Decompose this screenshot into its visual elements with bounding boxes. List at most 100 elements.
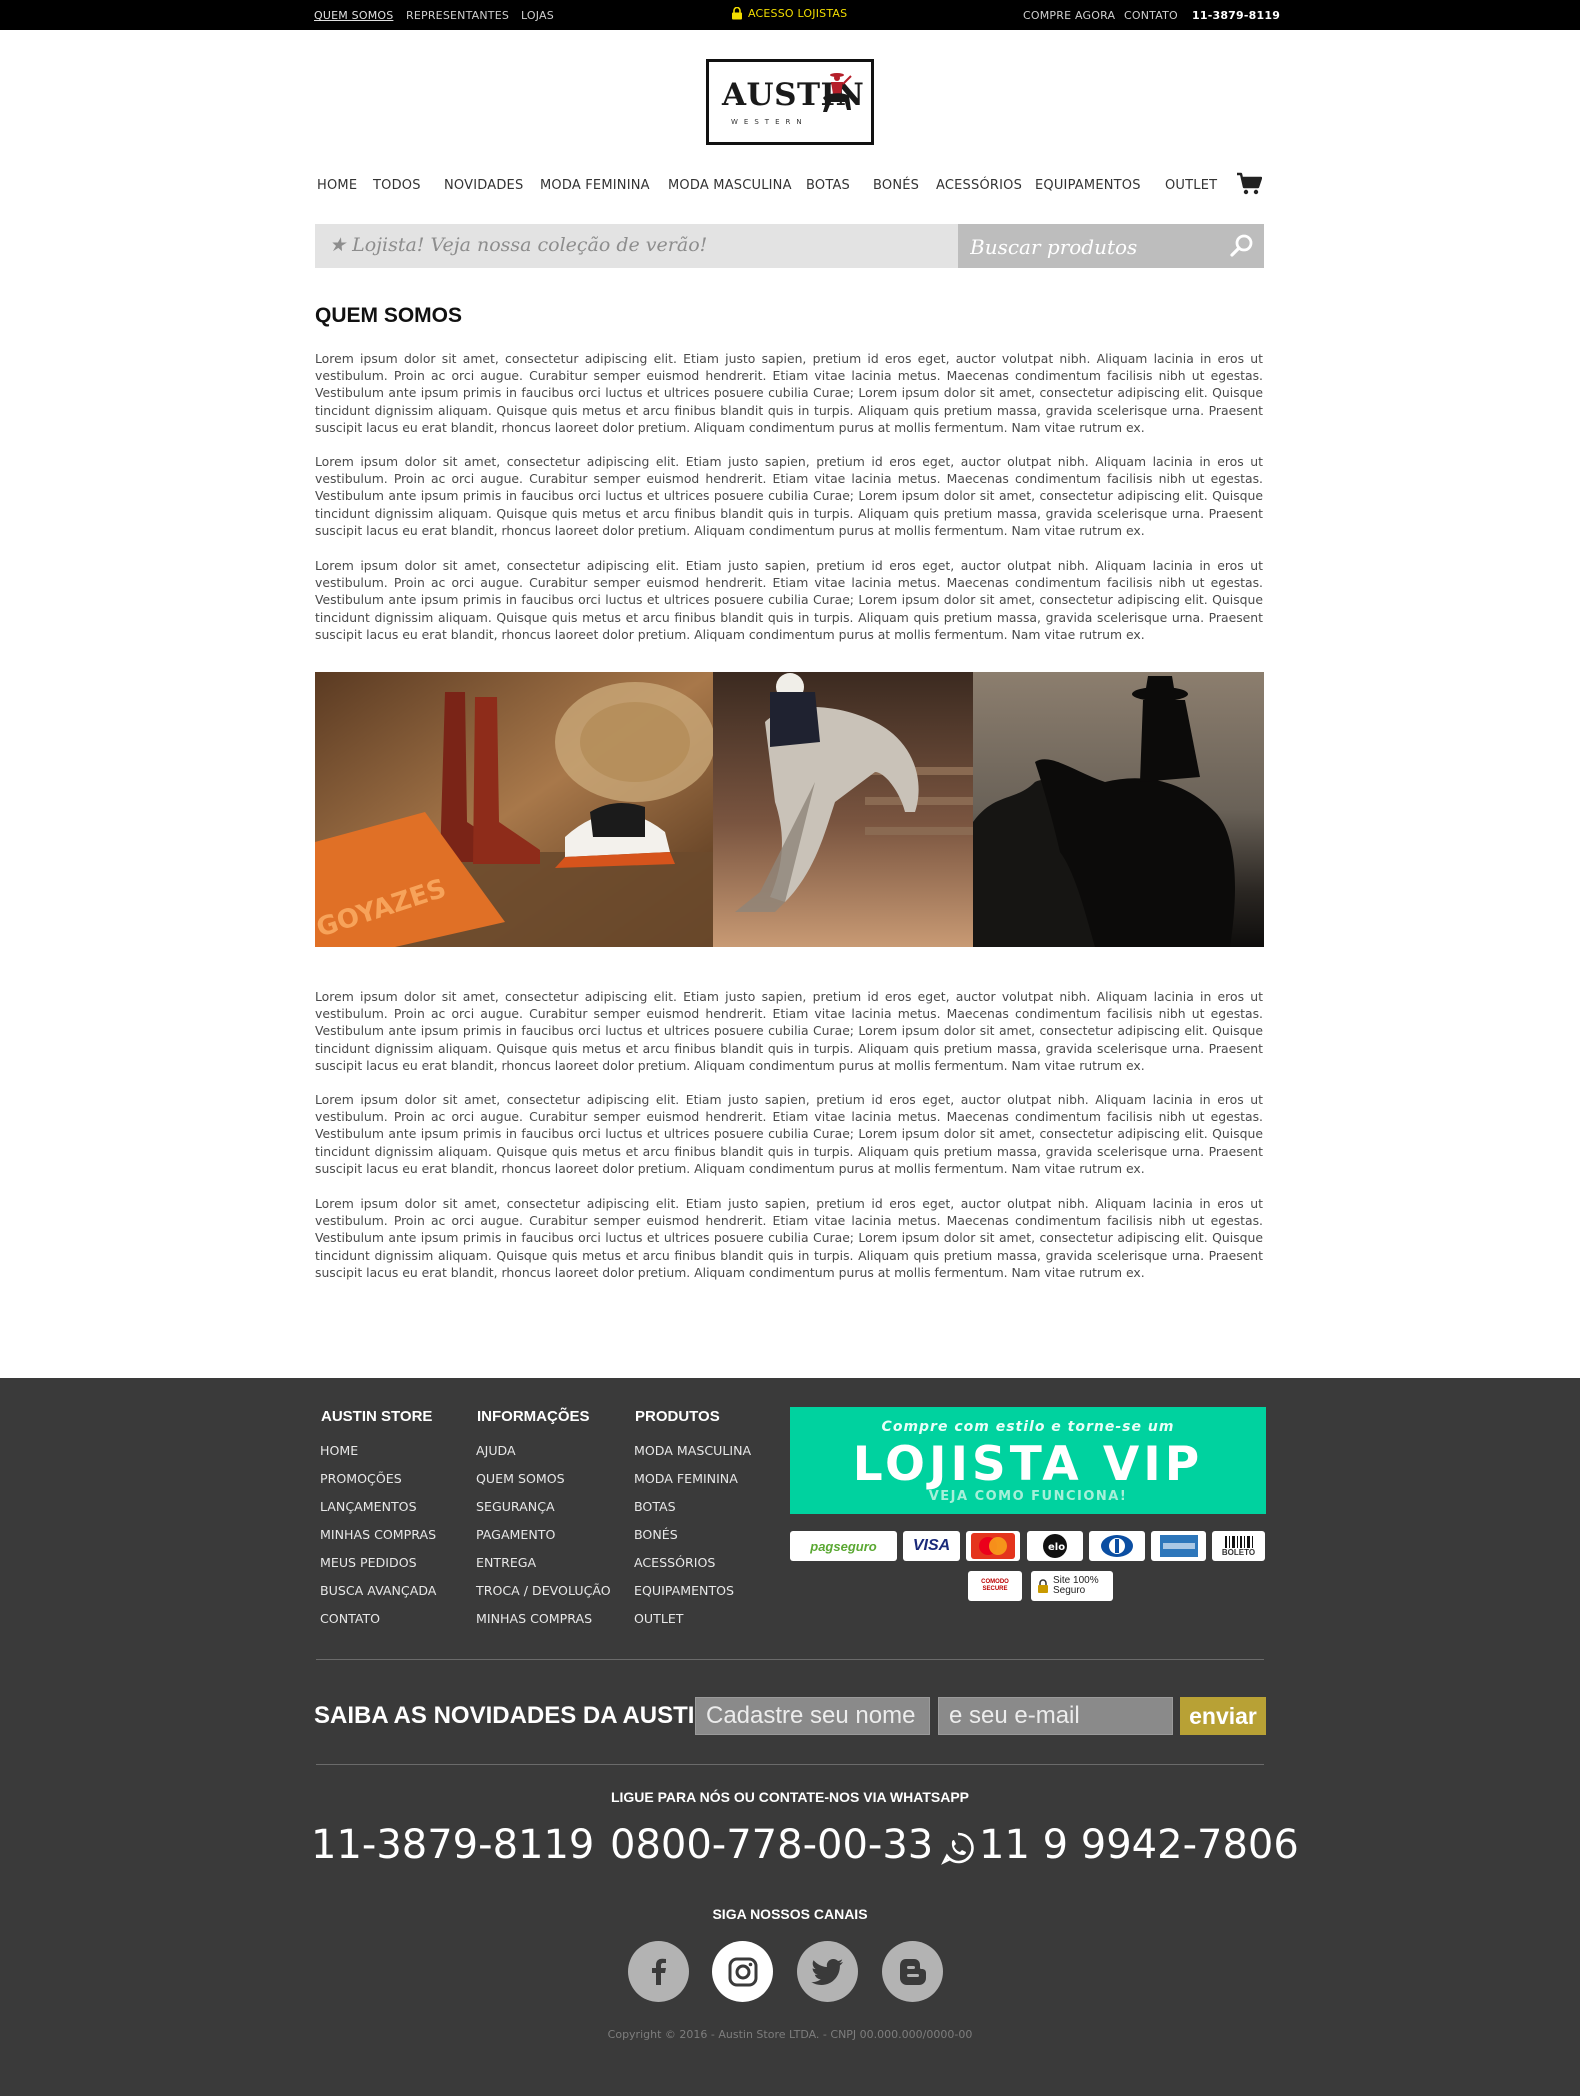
acesso-lojistas-link[interactable]: ACESSO LOJISTAS [731, 7, 847, 20]
cowboy-silhouette-photo [973, 672, 1264, 947]
search-input[interactable] [958, 224, 1264, 268]
boots-photo: GOYAZES [315, 672, 715, 947]
payment-label: pagseguro [810, 1538, 877, 1554]
facebook-icon [651, 1958, 666, 1985]
footer-link[interactable]: MINHAS COMPRAS [476, 1611, 592, 1626]
content-paragraph: Lorem ipsum dolor sit amet, consectetur … [315, 989, 1263, 1073]
nav-bones[interactable]: BONÉS [873, 178, 919, 193]
footer-link[interactable]: SEGURANÇA [476, 1499, 555, 1514]
lock-icon [732, 7, 742, 20]
facebook-button[interactable] [628, 1941, 689, 2002]
promo-banner[interactable]: ★ Lojista! Veja nossa coleção de verão! [315, 224, 958, 268]
footer-link[interactable]: ACESSÓRIOS [634, 1555, 715, 1570]
newsletter-label: SAIBA AS NOVIDADES DA AUSTIN: [314, 1702, 720, 1729]
topbar-link-lojas[interactable]: LOJAS [521, 9, 554, 22]
lock-icon [1038, 1579, 1048, 1593]
seal-label: COMODO SECURE [981, 1579, 1009, 1592]
nav-equipamentos[interactable]: EQUIPAMENTOS [1035, 178, 1141, 193]
elo-badge: elo [1027, 1531, 1083, 1561]
cart-icon[interactable] [1236, 172, 1262, 196]
footer-col-title: AUSTIN STORE [321, 1408, 433, 1425]
instagram-button[interactable] [712, 1941, 773, 2002]
mastercard-icon [971, 1533, 1015, 1559]
footer-link[interactable]: QUEM SOMOS [476, 1471, 565, 1486]
lojista-vip-banner[interactable]: Compre com estilo e torne-se um LOJISTA … [790, 1407, 1266, 1514]
visa-badge: VISA [903, 1531, 960, 1561]
barcode-icon [1224, 1535, 1253, 1548]
vip-line2: LOJISTA VIP [852, 1437, 1204, 1492]
austin-logo[interactable]: AUSTIN WESTERN [706, 59, 874, 145]
nav-acessorios[interactable]: ACESSÓRIOS [936, 178, 1022, 193]
acesso-lojistas-label: ACESSO LOJISTAS [748, 7, 848, 20]
logo-subtitle: WESTERN [731, 118, 808, 126]
footer-link[interactable]: BOTAS [634, 1499, 676, 1514]
topbar-phone: 11-3879-8119 [1192, 9, 1281, 22]
instagram-icon [728, 1957, 757, 1986]
rider-photo [713, 672, 973, 947]
copyright: Copyright © 2016 - Austin Store LTDA. - … [607, 2028, 973, 2041]
topbar-link-representantes[interactable]: REPRESENTANTES [406, 9, 509, 22]
footer-link[interactable]: OUTLET [634, 1611, 684, 1626]
nav-moda-feminina[interactable]: MODA FEMININA [540, 178, 650, 193]
search-icon[interactable] [1228, 232, 1256, 260]
mastercard-badge [966, 1531, 1020, 1561]
content-paragraph: Lorem ipsum dolor sit amet, consectetur … [315, 454, 1263, 538]
svg-text:elo: elo [1048, 1542, 1065, 1553]
footer-link[interactable]: MODA MASCULINA [634, 1443, 751, 1458]
boleto-badge: BOLETO [1212, 1531, 1265, 1561]
nav-moda-masculina[interactable]: MODA MASCULINA [668, 178, 792, 193]
page-title: QUEM SOMOS [315, 304, 463, 327]
elo-icon: elo [1043, 1534, 1067, 1558]
footer-link[interactable]: CONTATO [320, 1611, 380, 1626]
topbar-link-contato[interactable]: CONTATO [1124, 9, 1178, 22]
footer-link[interactable]: ENTREGA [476, 1555, 536, 1570]
footer-link[interactable]: AJUDA [476, 1443, 516, 1458]
topbar-link-compre-agora[interactable]: COMPRE AGORA [1023, 9, 1115, 22]
whatsapp-number[interactable]: 11 9 9942-7806 [979, 1822, 1299, 1868]
footer-link[interactable]: TROCA / DEVOLUÇÃO [476, 1583, 611, 1598]
nav-outlet[interactable]: OUTLET [1165, 178, 1217, 193]
content-paragraph: Lorem ipsum dolor sit amet, consectetur … [315, 1092, 1263, 1176]
newsletter-name-input[interactable] [695, 1697, 930, 1735]
comodo-seal: COMODO SECURE [968, 1571, 1022, 1601]
footer-col-title: PRODUTOS [635, 1408, 720, 1425]
payment-label: VISA [912, 1537, 951, 1554]
contact-heading: LIGUE PARA NÓS OU CONTATE-NOS VIA WHATSA… [610, 1789, 970, 1805]
nav-botas[interactable]: BOTAS [806, 178, 850, 193]
footer-link[interactable]: EQUIPAMENTOS [634, 1583, 734, 1598]
nav-novidades[interactable]: NOVIDADES [444, 178, 523, 193]
footer-link[interactable]: PROMOÇÕES [320, 1471, 402, 1486]
seal-label: Site 100% Seguro [1053, 1575, 1099, 1596]
pagseguro-badge: pagseguro [790, 1531, 897, 1561]
diners-icon [1101, 1535, 1133, 1557]
nav-todos[interactable]: TODOS [373, 178, 421, 193]
social-heading: SIGA NOSSOS CANAIS [712, 1906, 868, 1922]
footer-link[interactable]: HOME [320, 1443, 358, 1458]
footer-link[interactable]: BUSCA AVANÇADA [320, 1583, 436, 1598]
top-bar: QUEM SOMOS REPRESENTANTES LOJAS ACESSO L… [0, 0, 1580, 30]
footer-link[interactable]: MEUS PEDIDOS [320, 1555, 417, 1570]
blogger-button[interactable] [882, 1941, 943, 2002]
topbar-link-quem-somos[interactable]: QUEM SOMOS [314, 9, 393, 22]
footer-link[interactable]: MODA FEMININA [634, 1471, 738, 1486]
content-paragraph: Lorem ipsum dolor sit amet, consectetur … [315, 1196, 1263, 1280]
whatsapp-icon [941, 1832, 974, 1865]
newsletter-email-input[interactable] [938, 1697, 1173, 1735]
diners-badge [1089, 1531, 1145, 1561]
footer-col-title: INFORMAÇÕES [477, 1408, 590, 1425]
footer-link[interactable]: MINHAS COMPRAS [320, 1527, 436, 1542]
phone-number[interactable]: 0800-778-00-33 [610, 1822, 933, 1868]
footer-link[interactable]: LANÇAMENTOS [320, 1499, 417, 1514]
newsletter-submit-button[interactable]: enviar [1180, 1697, 1266, 1735]
twitter-button[interactable] [797, 1941, 858, 2002]
amex-icon [1159, 1535, 1198, 1557]
footer-link[interactable]: BONÉS [634, 1527, 678, 1542]
phone-number[interactable]: 11-3879-8119 [311, 1822, 594, 1868]
nav-home[interactable]: HOME [317, 178, 357, 193]
footer-link[interactable]: PAGAMENTO [476, 1527, 555, 1542]
twitter-icon [810, 1958, 843, 1985]
photo-collage: GOYAZES [315, 672, 1264, 947]
footer-divider [316, 1764, 1264, 1765]
amex-badge [1151, 1531, 1206, 1561]
blogger-icon [899, 1958, 926, 1985]
